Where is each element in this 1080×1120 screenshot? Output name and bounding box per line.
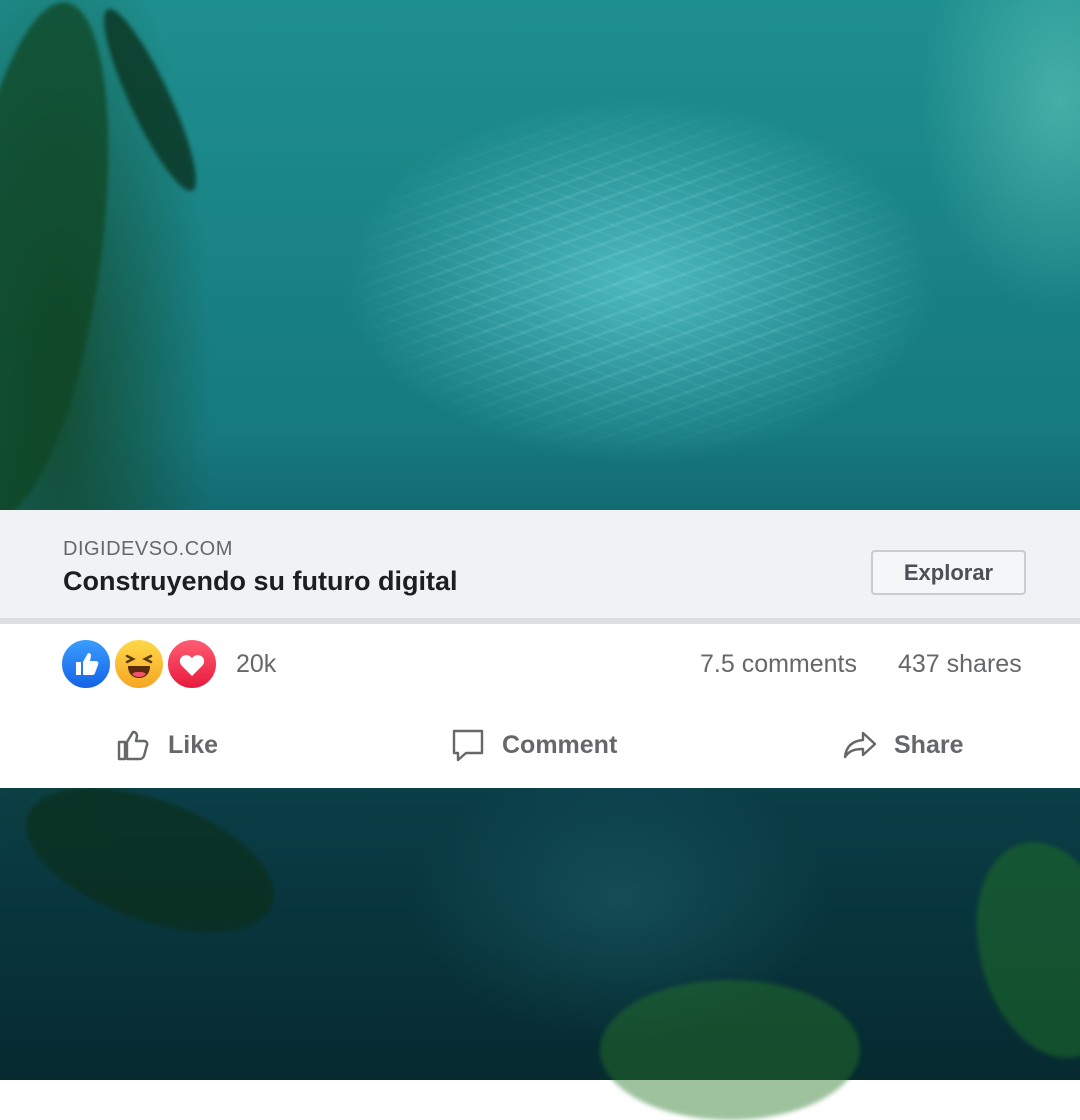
like-button[interactable]: Like	[116, 725, 218, 765]
share-count[interactable]: 437 shares	[898, 650, 1022, 679]
comment-count[interactable]: 7.5 comments	[700, 650, 857, 679]
share-arrow-icon	[842, 727, 878, 763]
share-button[interactable]: Share	[842, 725, 963, 765]
comment-label: Comment	[502, 730, 618, 759]
love-reaction-icon	[166, 638, 218, 690]
reaction-count[interactable]: 20k	[236, 650, 276, 679]
explore-button[interactable]: Explorar	[871, 550, 1026, 595]
thumbs-up-icon	[116, 727, 152, 763]
post-stats: 20k 7.5 comments 437 shares	[0, 624, 1080, 704]
link-headline[interactable]: Construyendo su futuro digital	[63, 566, 457, 597]
kelp-decoration	[600, 980, 860, 1120]
comment-button[interactable]: Comment	[450, 725, 617, 765]
reaction-icons[interactable]	[60, 638, 220, 690]
post-actions: Like Comment Share	[0, 715, 1080, 775]
comment-bubble-icon	[450, 727, 486, 763]
like-reaction-icon	[60, 638, 112, 690]
share-label: Share	[894, 730, 964, 759]
like-label: Like	[168, 730, 219, 759]
link-preview[interactable]: DIGIDEVSO.COM Construyendo su futuro dig…	[0, 510, 1080, 624]
link-domain: DIGIDEVSO.COM	[63, 538, 233, 560]
haha-reaction-icon	[113, 638, 165, 690]
post-card: DIGIDEVSO.COM Construyendo su futuro dig…	[0, 510, 1080, 788]
